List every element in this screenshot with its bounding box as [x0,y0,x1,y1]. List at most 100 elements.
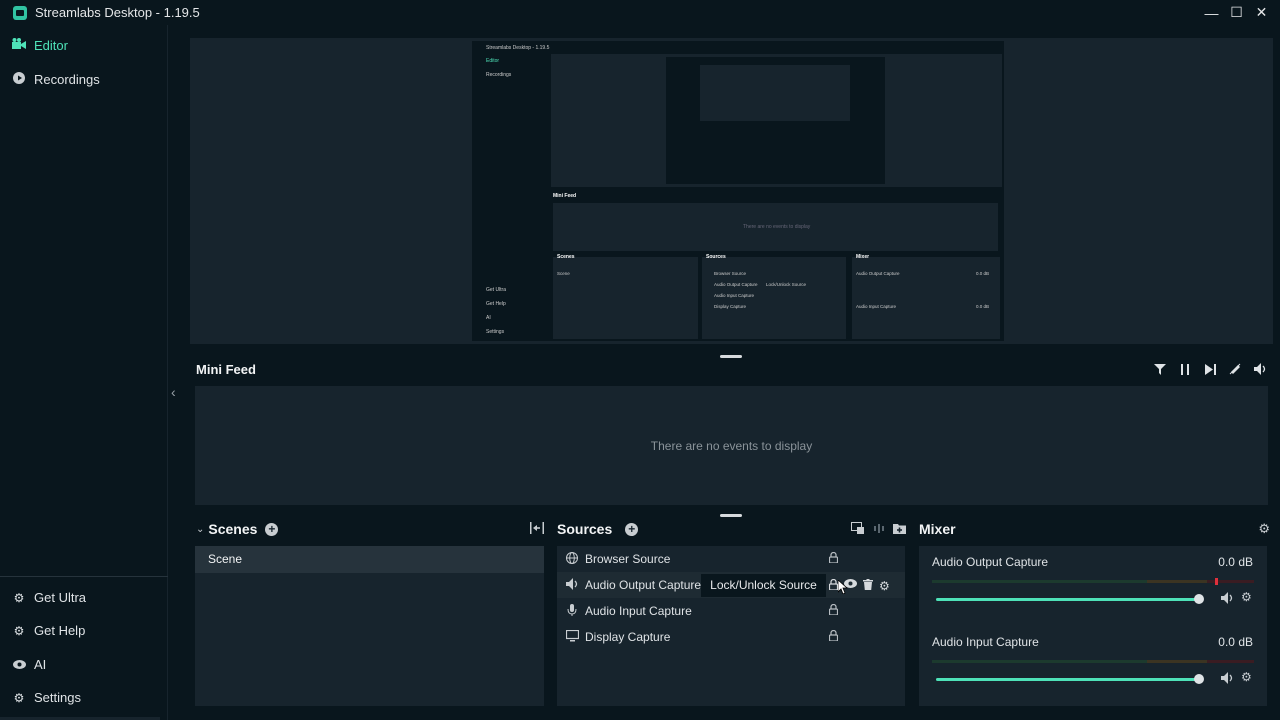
scenes-header: ⌄ Scenes + [196,521,279,537]
source-label: Audio Output Capture [585,578,702,592]
empty-events-text: There are no events to display [650,439,813,453]
sources-title: Sources [557,521,613,537]
nested-mixer-panel: Mixer Audio Output Capture 0.0 dB Audio … [852,254,1000,339]
maximize-button[interactable]: ☐ [1224,4,1249,21]
close-button[interactable]: ✕ [1249,4,1274,21]
source-item-audio-input[interactable]: Audio Input Capture [557,598,905,624]
source-label: Audio Input Capture [585,604,692,618]
side-navigation: Editor Recordings ⚙ Get Ultra ⚙ Get Help… [0,25,168,720]
nav-item-label: Editor [34,38,68,53]
minimize-button[interactable]: — [1199,5,1224,21]
nav-item-recordings[interactable]: Recordings [12,72,100,87]
mixer-channel-db: 0.0 dB [1218,555,1253,569]
nested-source-row: Browser Source [714,271,747,276]
meter-warning-zone [1147,580,1207,583]
add-scene-button[interactable]: + [265,522,279,536]
streamlabs-logo-icon [13,5,27,20]
source-settings-gear-icon[interactable]: ⚙ [879,579,890,593]
mixer-settings-gear-icon[interactable]: ⚙ [1258,521,1270,537]
help-icon: ⚙ [13,623,25,638]
nested-nav-get-ultra: Get Ultra [486,287,507,293]
pause-icon[interactable] [1177,361,1193,377]
source-item-browser[interactable]: Browser Source [557,546,905,572]
volume-meter [932,660,1254,663]
meter-warning-zone [1147,660,1207,663]
nav-item-label: Recordings [34,72,100,87]
mini-feed-controls [1152,361,1268,377]
nested-mixer-channel: Audio Output Capture [856,271,900,276]
ai-eye-icon [12,658,26,672]
nested-nav-get-help: Get Help [486,301,506,307]
add-source-button[interactable]: + [625,522,639,536]
speaker-icon [565,577,579,593]
collapse-chevron-left-icon[interactable]: ‹ [171,384,176,400]
nav-item-label: Settings [34,690,81,705]
volume-slider-track[interactable] [936,598,1199,601]
nav-divider [0,576,168,577]
filter-icon[interactable] [1152,361,1168,377]
lock-icon[interactable] [828,603,839,618]
display-capture-preview: Streamlabs Desktop - 1.19.5 Editor Recor… [472,41,1004,341]
nav-item-settings[interactable]: ⚙ Settings [12,690,81,705]
nested-mini-feed-box: There are no events to display [553,203,998,251]
volume-slider-track[interactable] [936,678,1199,681]
window-controls: — ☐ ✕ [1199,0,1274,25]
nav-item-label: Get Ultra [34,590,87,605]
add-folder-icon[interactable] [893,522,906,537]
nav-item-label: Get Help [34,623,86,638]
preview-canvas[interactable]: Streamlabs Desktop - 1.19.5 Editor Recor… [190,38,1273,344]
scene-transitions-icon[interactable] [530,522,544,537]
volume-icon[interactable] [1252,361,1268,377]
mini-feed-resize-handle[interactable] [720,514,742,517]
microphone-icon [565,603,579,619]
nested-sources-panel: Sources Browser Source Audio Output Capt… [702,254,846,339]
scenes-list: Scene [195,546,544,706]
nested-mixer-channel: Audio Input Capture [856,304,897,309]
channel-settings-gear-icon[interactable]: ⚙ [1241,670,1252,684]
speaker-mute-icon[interactable] [1221,672,1234,687]
nested-nav-ai: AI [486,315,491,321]
nested-preview [551,54,1002,187]
nested-mini-feed: Mini Feed There are no events to display [553,191,1000,251]
source-item-display-capture[interactable]: Display Capture [557,624,905,650]
source-label: Browser Source [585,552,671,566]
nested-source-row: Display Capture [714,304,747,309]
mini-feed-title: Mini Feed [196,362,256,377]
volume-slider-thumb[interactable] [1194,674,1204,684]
nested-window-title: Streamlabs Desktop - 1.19.5 [486,45,550,51]
nav-item-get-ultra[interactable]: ⚙ Get Ultra [12,590,86,605]
nested-mixer-title: Mixer [856,254,870,260]
nested-inner-canvas [700,65,850,121]
volume-meter [932,578,1254,585]
nested-inner-preview [666,57,885,184]
recordings-icon [12,72,26,87]
nested-empty-text: There are no events to display [743,224,811,230]
channel-settings-gear-icon[interactable]: ⚙ [1241,590,1252,604]
lock-icon[interactable] [828,578,839,593]
nav-item-editor[interactable]: Editor [12,38,68,53]
nested-scenes-title: Scenes [557,254,575,260]
nested-nav-settings: Settings [486,329,505,335]
nav-item-ai[interactable]: AI [12,657,46,672]
speaker-mute-icon[interactable] [1221,592,1234,607]
source-selector-icon[interactable] [851,522,864,537]
nav-item-get-help[interactable]: ⚙ Get Help [12,623,86,638]
lock-icon[interactable] [828,629,839,644]
volume-slider-thumb[interactable] [1194,594,1204,604]
mini-feed-events: There are no events to display [195,386,1268,505]
meter-peak-indicator [1215,578,1218,585]
skip-icon[interactable] [1202,361,1218,377]
lock-icon[interactable] [828,551,839,566]
mouse-cursor-icon [838,580,848,594]
nested-mixer-db: 0.0 dB [976,271,990,276]
preview-resize-handle[interactable] [720,355,742,358]
mute-alerts-icon[interactable] [1227,361,1243,377]
nested-scene-row: Scene [557,271,570,276]
chevron-down-icon[interactable]: ⌄ [196,524,204,535]
sources-header: Sources + [557,521,639,537]
editor-icon [12,38,26,53]
audio-wave-icon[interactable] [873,522,885,537]
trash-icon[interactable] [863,579,873,593]
nested-scenes-panel: Scenes Scene [553,254,698,339]
scene-item[interactable]: Scene [195,546,544,573]
